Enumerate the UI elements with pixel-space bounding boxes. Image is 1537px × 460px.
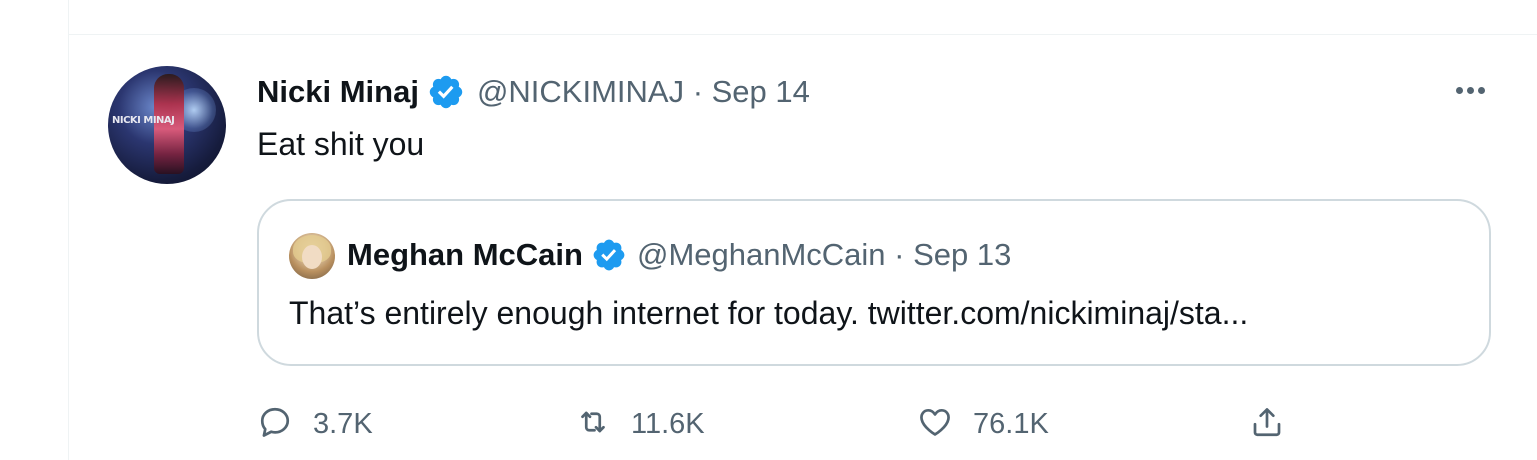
avatar-text: NICKI MINAJ: [112, 115, 175, 126]
retweet-count: 11.6K: [631, 407, 705, 440]
verified-badge-icon: [591, 237, 627, 273]
reply-icon: [257, 404, 293, 445]
like-count: 76.1K: [973, 407, 1049, 440]
like-button[interactable]: 76.1K: [917, 402, 1049, 446]
retweet-icon: [575, 404, 611, 445]
author-avatar[interactable]: NICKI MINAJ: [108, 66, 226, 184]
tweet-header: Nicki Minaj @NICKIMINAJ · Sep 14: [257, 72, 810, 112]
timeline-column-border: [68, 0, 69, 460]
verified-badge-icon: [427, 73, 465, 111]
tweet-separator: [68, 34, 1537, 35]
quoted-author-handle-time: @MeghanMcCain · Sep 13: [636, 237, 1012, 272]
quoted-tweet-header: Meghan McCain @MeghanMcCain · Sep 13: [347, 235, 1011, 275]
more-icon[interactable]: [1448, 80, 1492, 100]
tweet-actions: 3.7K 11.6K 76.1K: [257, 402, 1317, 446]
share-button[interactable]: [1249, 402, 1285, 446]
tweet-text: Eat shit you: [257, 126, 425, 162]
author-handle-time[interactable]: @NICKIMINAJ · Sep 14: [477, 74, 810, 110]
quoted-author-name: Meghan McCain: [347, 237, 583, 272]
heart-icon: [917, 404, 953, 445]
quoted-author-avatar[interactable]: [289, 233, 335, 279]
quoted-tweet-text: That’s entirely enough internet for toda…: [289, 295, 1249, 331]
retweet-button[interactable]: 11.6K: [575, 402, 705, 446]
author-name[interactable]: Nicki Minaj: [257, 74, 419, 110]
reply-button[interactable]: 3.7K: [257, 402, 373, 446]
share-icon: [1249, 404, 1285, 445]
quoted-tweet[interactable]: Meghan McCain @MeghanMcCain · Sep 13 Tha…: [257, 199, 1491, 366]
reply-count: 3.7K: [313, 407, 373, 440]
